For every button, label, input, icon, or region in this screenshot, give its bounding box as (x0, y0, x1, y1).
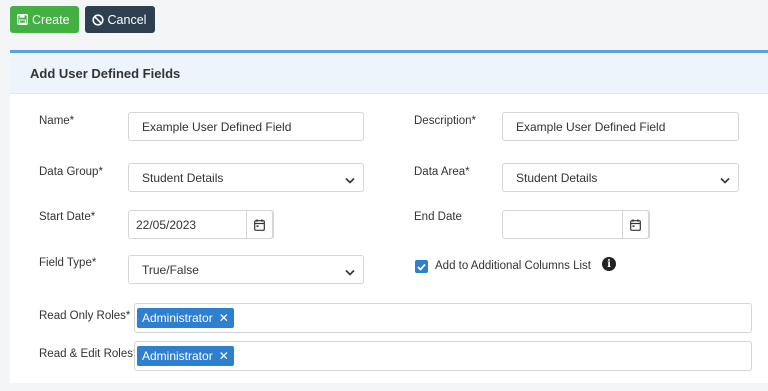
role-tag-label: Administrator (142, 311, 213, 325)
data-group-label: Data Group* (39, 166, 103, 178)
data-group-select[interactable]: Student Details (128, 163, 364, 192)
data-group-value: Student Details (142, 170, 224, 185)
cancel-button[interactable]: Cancel (84, 6, 156, 33)
create-button[interactable]: Create (10, 6, 79, 33)
save-icon (17, 14, 28, 25)
read-only-roles-input[interactable]: Administrator ✕ (134, 303, 752, 333)
name-label: Name* (39, 115, 75, 127)
role-tag: Administrator ✕ (137, 308, 234, 328)
create-label: Create (32, 12, 70, 27)
end-date-label: End Date (414, 211, 462, 223)
description-input[interactable]: Example User Defined Field (502, 112, 739, 141)
field-type-label: Field Type* (39, 257, 97, 269)
data-area-value: Student Details (516, 170, 598, 185)
data-area-label: Data Area* (414, 166, 470, 178)
start-date-value: 22/05/2023 (136, 217, 197, 232)
remove-tag-icon[interactable]: ✕ (219, 349, 229, 363)
field-type-value: True/False (142, 262, 199, 277)
end-date-input[interactable] (502, 210, 650, 239)
read-only-roles-label: Read Only Roles* (39, 310, 131, 322)
add-udf-panel: Add User Defined Fields Name* Example Us… (10, 50, 768, 383)
additional-columns-label: Add to Additional Columns List (435, 260, 591, 272)
chevron-down-icon (720, 173, 730, 187)
ban-icon (91, 13, 104, 26)
start-date-label: Start Date* (39, 211, 96, 223)
info-circle-icon[interactable]: i (602, 257, 616, 271)
remove-tag-icon[interactable]: ✕ (219, 311, 229, 325)
data-area-select[interactable]: Student Details (502, 163, 739, 192)
chevron-down-icon (345, 265, 355, 279)
calendar-icon[interactable] (622, 210, 649, 239)
cancel-label: Cancel (107, 12, 147, 27)
toolbar: Create Cancel (10, 6, 156, 33)
description-label: Description* (414, 115, 476, 127)
name-input[interactable]: Example User Defined Field (128, 112, 364, 141)
field-type-select[interactable]: True/False (128, 255, 364, 284)
info-glyph: i (607, 258, 611, 270)
read-edit-roles-label: Read & Edit Roles* (39, 348, 138, 360)
panel-title: Add User Defined Fields (10, 53, 768, 94)
read-edit-roles-input[interactable]: Administrator ✕ (134, 341, 752, 371)
role-tag: Administrator ✕ (137, 346, 234, 366)
calendar-icon[interactable] (246, 210, 273, 239)
additional-columns-checkbox[interactable] (415, 260, 428, 273)
name-value: Example User Defined Field (142, 119, 292, 134)
description-value: Example User Defined Field (516, 119, 666, 134)
chevron-down-icon (345, 173, 355, 187)
start-date-input[interactable]: 22/05/2023 (128, 210, 274, 239)
role-tag-label: Administrator (142, 349, 213, 363)
